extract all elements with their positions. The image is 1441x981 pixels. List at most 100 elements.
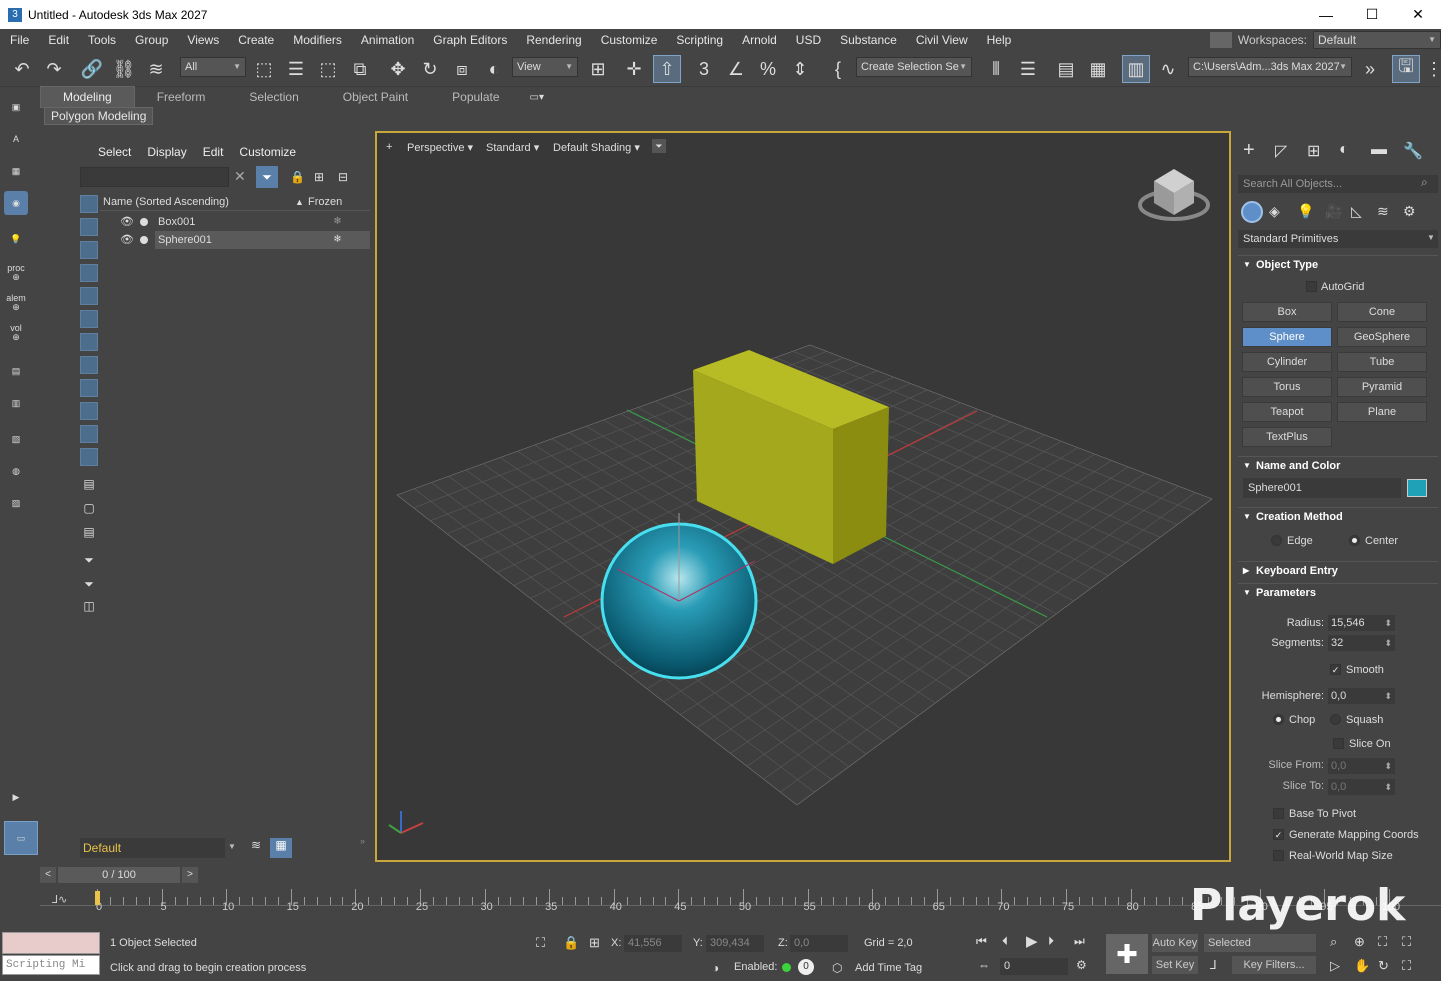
play-icon[interactable]: ▶ [1026, 932, 1038, 950]
cameras-icon[interactable]: 🎥 [1325, 203, 1342, 220]
slice-from-spinner[interactable]: 0,0 [1328, 758, 1395, 774]
maxscript-listener[interactable] [2, 932, 100, 954]
x-coord-field[interactable]: 41,556 [624, 935, 682, 952]
hierarchy-icon[interactable]: ⊞ [314, 170, 324, 184]
menu-views[interactable]: Views [177, 29, 228, 51]
primitive-sphere-button[interactable]: Sphere [1242, 327, 1332, 347]
enabled-value[interactable]: 0 [798, 959, 814, 975]
col-frozen-header[interactable]: Frozen [308, 193, 342, 211]
window-crossing-icon[interactable]: ⧉ [346, 55, 374, 83]
filter-containers-icon[interactable] [80, 402, 98, 420]
pan-icon[interactable]: ✋ [1354, 958, 1370, 974]
hierarchy-tab-icon[interactable]: ⊞ [1307, 141, 1320, 161]
menu-substance[interactable]: Substance [830, 29, 906, 51]
filter-frozen-icon[interactable] [80, 425, 98, 443]
panel-expand-icon[interactable]: » [360, 836, 365, 846]
visibility-eye-icon[interactable]: 👁 [120, 231, 134, 249]
scene-search-input[interactable] [80, 167, 229, 187]
real-world-checkbox[interactable] [1273, 850, 1284, 861]
fov-icon[interactable]: ▷ [1330, 958, 1340, 974]
autogrid-checkbox[interactable] [1306, 281, 1317, 292]
time-config-icon[interactable]: ⚙ [1076, 958, 1087, 972]
method-edge-radio[interactable] [1271, 535, 1282, 546]
snap-toggle-icon[interactable]: 3 [690, 55, 718, 83]
select-object-icon[interactable]: ⬚ [250, 55, 278, 83]
scene-explorer-toggle-icon[interactable]: ▥ [1122, 55, 1150, 83]
move-icon[interactable]: ✥ [384, 55, 412, 83]
manipulate-icon[interactable]: ✛ [620, 55, 648, 83]
rotate-icon[interactable]: ↻ [416, 55, 444, 83]
zoom-all-icon[interactable]: ⊕ [1354, 934, 1365, 950]
scene-menu-customize[interactable]: Customize [231, 143, 304, 161]
auto-key-button[interactable]: Auto Key [1152, 934, 1198, 952]
absolute-mode-icon[interactable]: ⊞ [589, 935, 600, 951]
layer-dropdown[interactable]: Default [80, 838, 225, 858]
layer-tree-icon[interactable]: ⊟ [338, 170, 348, 184]
menu-customize[interactable]: Customize [591, 29, 667, 51]
name-color-rollout[interactable]: Name and Color [1238, 456, 1438, 475]
expand-toolbar-icon[interactable]: » [1356, 55, 1384, 83]
shapes-icon[interactable]: ◈ [1269, 203, 1280, 220]
primitive-category-dropdown[interactable]: Standard Primitives [1238, 230, 1438, 248]
layer-manager-icon[interactable]: ▦ [270, 838, 292, 858]
time-tag-icon[interactable]: ⬡ [832, 961, 842, 975]
curve-editor-icon[interactable]: ∿ [1154, 55, 1182, 83]
primitive-textplus-button[interactable]: TextPlus [1242, 427, 1332, 447]
layer-stack-icon[interactable]: ≋ [246, 838, 266, 858]
prev-frame-button[interactable]: < [40, 867, 56, 883]
next-key-icon[interactable]: ⏵ [1048, 934, 1054, 949]
filter-funnel-alt-icon[interactable]: ⏷ [80, 577, 98, 595]
display-all-icon[interactable]: ▤ [80, 477, 98, 495]
isolate-selection-icon[interactable]: ⛶ [536, 935, 545, 951]
object-name-input[interactable]: Sphere001 [1243, 478, 1401, 498]
parameters-rollout[interactable]: Parameters [1238, 583, 1438, 602]
redo-icon[interactable]: ↷ [40, 55, 68, 83]
menu-file[interactable]: File [0, 29, 38, 51]
schematic-icon[interactable]: ▨ [4, 491, 28, 515]
method-center-radio[interactable] [1349, 535, 1360, 546]
viewport-thumb-icon[interactable]: ▭ [4, 821, 38, 855]
close-button[interactable]: ✕ [1395, 0, 1441, 29]
helpers-icon[interactable]: ◺ [1351, 203, 1362, 220]
ribbon-tab-populate[interactable]: Populate [430, 87, 521, 107]
menu-modifiers[interactable]: Modifiers [283, 29, 351, 51]
primitive-cone-button[interactable]: Cone [1337, 302, 1427, 322]
angle-snap-icon[interactable]: ∠ [722, 55, 750, 83]
menu-civil-view[interactable]: Civil View [906, 29, 977, 51]
percent-snap-icon[interactable]: % [754, 55, 782, 83]
render-dot-icon[interactable] [140, 236, 148, 244]
filter-funnel-icon[interactable]: ⏷ [80, 553, 98, 571]
spacewarps-icon[interactable]: ≋ [1377, 203, 1389, 220]
filter-spacewarps-icon[interactable] [80, 310, 98, 328]
menu-create[interactable]: Create [228, 29, 283, 51]
next-frame-button[interactable]: > [182, 867, 198, 883]
maxscript-input[interactable]: Scripting Mi [2, 955, 100, 975]
filter-bones-icon[interactable] [80, 379, 98, 397]
utilities-tab-icon[interactable]: 🔧 [1403, 141, 1423, 161]
y-coord-field[interactable]: 309,434 [706, 935, 764, 952]
scale-icon[interactable]: ⧈ [448, 55, 476, 83]
filter-icon[interactable]: ⏷ [256, 166, 278, 188]
toolbar-overflow-icon[interactable]: ⋮ [1420, 55, 1441, 83]
primitive-box-button[interactable]: Box [1242, 302, 1332, 322]
alem-icon[interactable]: alem ⊕ [4, 291, 28, 315]
modify-icon[interactable]: ▦ [4, 159, 28, 183]
menu-usd[interactable]: USD [786, 29, 830, 51]
display-none-icon[interactable]: ▢ [80, 501, 98, 519]
base-to-pivot-checkbox[interactable] [1273, 808, 1284, 819]
minimize-button[interactable]: — [1303, 0, 1349, 29]
maximize-button[interactable]: ☐ [1349, 0, 1395, 29]
bind-spacewarp-icon[interactable]: ≋ [142, 55, 170, 83]
rect-selection-icon[interactable]: ⬚ [314, 55, 342, 83]
filter-cameras-icon[interactable] [80, 264, 98, 282]
object-search-input[interactable]: Search All Objects... [1238, 175, 1438, 193]
scene-row[interactable]: 👁 Box001 ❄ [100, 213, 370, 231]
ribbon-panel-polygon-modeling[interactable]: Polygon Modeling [44, 107, 154, 125]
menu-graph-editors[interactable]: Graph Editors [423, 29, 516, 51]
key-filters-button[interactable]: Key Filters... [1232, 956, 1316, 974]
set-key-button[interactable]: Set Key [1152, 956, 1198, 974]
geometry-icon[interactable] [1241, 201, 1263, 223]
lights-icon[interactable]: 💡 [1297, 203, 1314, 220]
clear-search-icon[interactable]: ✕ [234, 168, 246, 185]
orbit-icon[interactable]: ↻ [1378, 958, 1389, 974]
